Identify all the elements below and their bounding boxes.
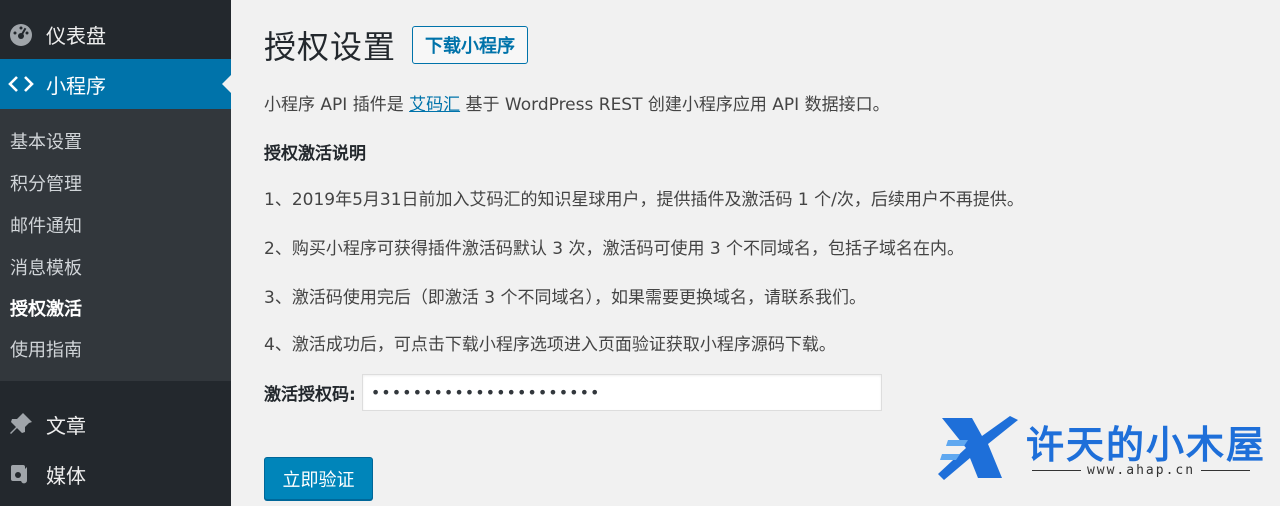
sidebar-item-label: 仪表盘 [46,23,106,48]
sidebar-item-dashboard[interactable]: 仪表盘 [0,9,231,59]
sidebar-submenu: 基本设置 积分管理 邮件通知 消息模板 授权激活 使用指南 [0,109,231,381]
watermark: 许天的小木屋 www.ahap.cn [938,410,1268,490]
code-icon [6,69,36,99]
media-icon [6,459,36,489]
submenu-item-activation[interactable]: 授权激活 [10,288,82,328]
instruction-item-2: 2、购买小程序可获得插件激活码默认 3 次，激活码可使用 3 个不同域名，包括子… [264,239,965,259]
watermark-url: www.ahap.cn [1026,460,1256,480]
submenu-item-mail[interactable]: 邮件通知 [10,205,82,245]
watermark-logo-icon [938,416,1018,480]
sidebar-item-label: 小程序 [46,73,106,98]
sidebar-item-posts[interactable]: 文章 [0,399,231,449]
activation-code-label: 激活授权码: [264,385,356,405]
sidebar-item-label: 媒体 [46,463,86,488]
intro-text-before: 小程序 API 插件是 [264,95,410,115]
intro-text: 小程序 API 插件是 艾码汇 基于 WordPress REST 创建小程序应… [264,90,890,115]
intro-text-after: 基于 WordPress REST 创建小程序应用 API 数据接口。 [460,95,890,115]
submenu-item-templates[interactable]: 消息模板 [10,247,82,287]
watermark-right-line [1201,469,1250,471]
instruction-item-1: 1、2019年5月31日前加入艾码汇的知识星球用户，提供插件及激活码 1 个/次… [264,190,1024,210]
instruction-item-3: 3、激活码使用完后（即激活 3 个不同域名），如果需要更换域名，请联系我们。 [264,288,866,308]
sidebar-item-media[interactable]: 媒体 [0,449,231,499]
page-title: 授权设置 [264,28,397,66]
aimahui-link[interactable]: 艾码汇 [409,95,460,115]
sidebar-item-miniprogram[interactable]: 小程序 [0,59,231,109]
dashboard-icon [6,19,36,49]
download-miniprogram-button[interactable]: 下载小程序 [412,26,529,64]
watermark-left-line [1032,469,1081,471]
watermark-url-text: www.ahap.cn [1086,462,1196,478]
submenu-item-basic-settings[interactable]: 基本设置 [10,121,82,161]
title-row: 授权设置 下载小程序 [264,22,529,68]
activation-code-row: 激活授权码: [264,374,882,411]
instruction-item-4: 4、激活成功后，可点击下载小程序选项进入页面验证获取小程序源码下载。 [264,335,836,355]
admin-sidebar: 仪表盘 小程序 基本设置 积分管理 邮件通知 消息模板 授权激活 使用指南 文章 [0,0,231,506]
sidebar-item-label: 文章 [46,413,86,438]
activation-heading: 授权激活说明 [264,144,366,164]
submenu-item-guide[interactable]: 使用指南 [10,329,82,369]
verify-button[interactable]: 立即验证 [264,457,373,500]
pin-icon [6,409,36,439]
activation-code-input[interactable] [361,374,882,411]
submenu-item-points[interactable]: 积分管理 [10,163,82,203]
